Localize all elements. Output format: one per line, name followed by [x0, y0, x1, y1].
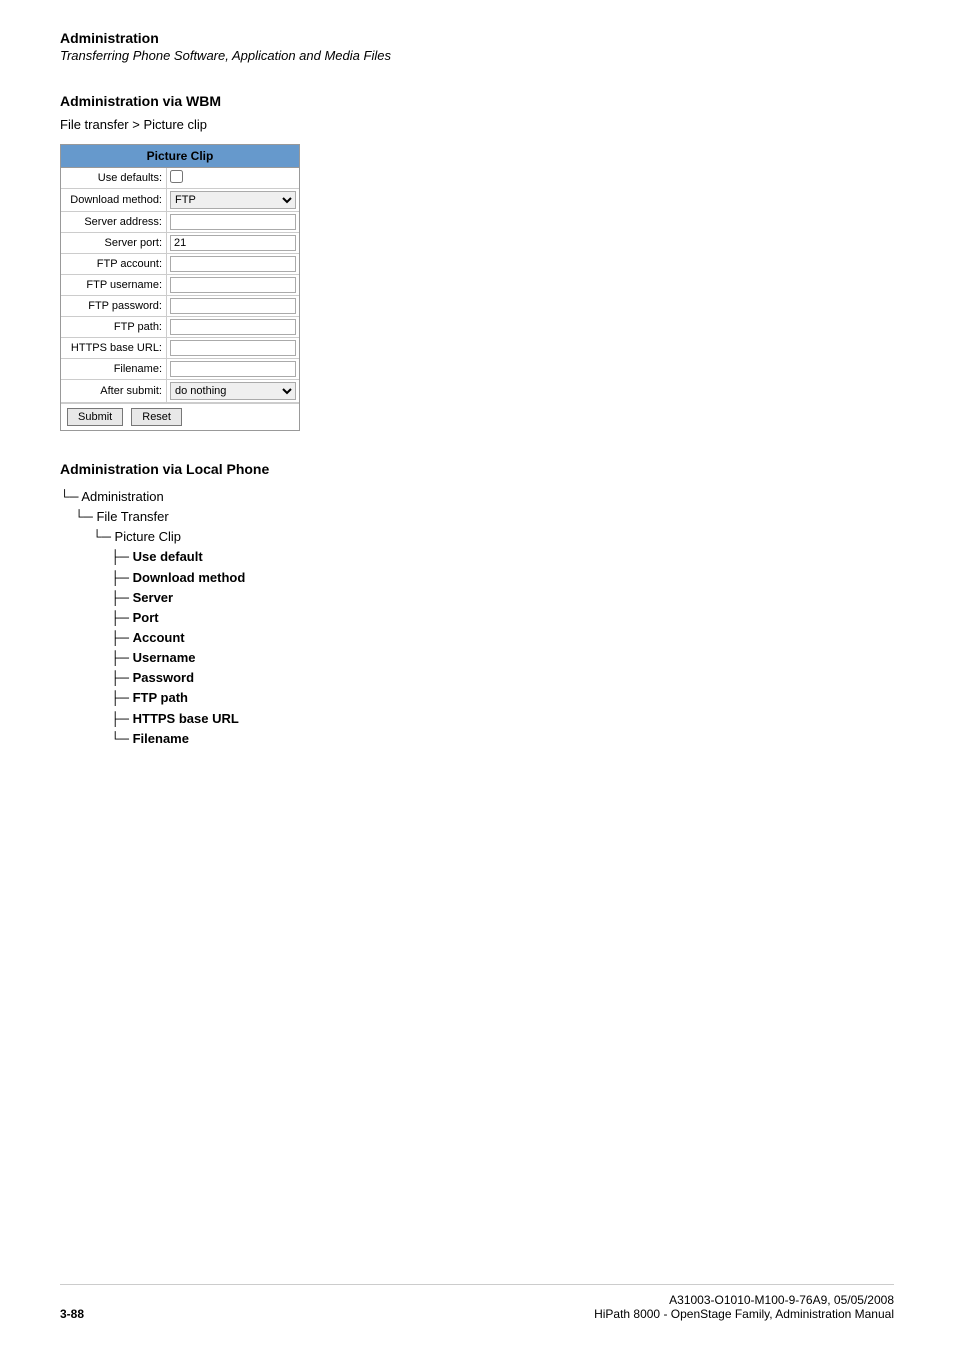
download-method-row: Download method: FTP HTTPS — [61, 189, 299, 212]
server-address-cell — [166, 212, 299, 232]
tree-root-line: └─ Administration — [60, 487, 894, 507]
server-address-label: Server address: — [61, 214, 166, 230]
tree-port-line: ├─ Port — [60, 608, 894, 628]
filename-input[interactable] — [170, 361, 296, 377]
form-buttons: Submit Reset — [61, 403, 299, 430]
ftp-account-label: FTP account: — [61, 256, 166, 272]
ftp-username-cell — [166, 275, 299, 295]
page-subtitle: Transferring Phone Software, Application… — [60, 48, 894, 63]
tree-file-transfer-line: └─ File Transfer — [60, 507, 894, 527]
after-submit-label: After submit: — [61, 383, 166, 399]
https-url-row: HTTPS base URL: — [61, 338, 299, 359]
ftp-path-label: FTP path: — [61, 319, 166, 335]
page-header: Administration Transferring Phone Softwa… — [60, 30, 894, 63]
submit-button[interactable]: Submit — [67, 408, 123, 426]
breadcrumb: File transfer > Picture clip — [60, 117, 894, 132]
tree-download-method-line: ├─ Download method — [60, 568, 894, 588]
tree-section: └─ Administration └─ File Transfer └─ Pi… — [60, 487, 894, 749]
tree-ftp-path-line: ├─ FTP path — [60, 688, 894, 708]
tree-filename-line: └─ Filename — [60, 729, 894, 749]
ftp-path-row: FTP path: — [61, 317, 299, 338]
download-method-label: Download method: — [61, 192, 166, 208]
tree-account-line: ├─ Account — [60, 628, 894, 648]
https-url-label: HTTPS base URL: — [61, 340, 166, 356]
reset-button[interactable]: Reset — [131, 408, 182, 426]
page-footer: 3-88 A31003-O1010-M100-9-76A9, 05/05/200… — [60, 1284, 894, 1321]
after-submit-select[interactable]: do nothing restart — [170, 382, 296, 400]
local-phone-section-title: Administration via Local Phone — [60, 461, 894, 477]
server-port-label: Server port: — [61, 235, 166, 251]
server-port-cell — [166, 233, 299, 253]
footer-doc-title: HiPath 8000 - OpenStage Family, Administ… — [594, 1307, 894, 1321]
tree-use-default-line: ├─ Use default — [60, 547, 894, 567]
use-defaults-checkbox[interactable] — [170, 170, 183, 183]
tree-password-line: ├─ Password — [60, 668, 894, 688]
footer-page-number: 3-88 — [60, 1307, 84, 1321]
server-address-input[interactable] — [170, 214, 296, 230]
wbm-section-title: Administration via WBM — [60, 93, 894, 109]
ftp-account-cell — [166, 254, 299, 274]
https-url-input[interactable] — [170, 340, 296, 356]
tree-username-line: ├─ Username — [60, 648, 894, 668]
filename-label: Filename: — [61, 361, 166, 377]
tree-server-line: ├─ Server — [60, 588, 894, 608]
filename-cell — [166, 359, 299, 379]
ftp-account-input[interactable] — [170, 256, 296, 272]
after-submit-cell: do nothing restart — [166, 380, 299, 402]
server-port-input[interactable] — [170, 235, 296, 251]
ftp-username-label: FTP username: — [61, 277, 166, 293]
local-phone-section: Administration via Local Phone └─ Admini… — [60, 461, 894, 749]
after-submit-row: After submit: do nothing restart — [61, 380, 299, 403]
ftp-account-row: FTP account: — [61, 254, 299, 275]
footer-doc-id: A31003-O1010-M100-9-76A9, 05/05/2008 — [594, 1293, 894, 1307]
form-header: Picture Clip — [61, 145, 299, 168]
wbm-section: Administration via WBM File transfer > P… — [60, 93, 894, 431]
https-url-cell — [166, 338, 299, 358]
use-defaults-label: Use defaults: — [61, 170, 166, 186]
use-defaults-row: Use defaults: — [61, 168, 299, 189]
server-address-row: Server address: — [61, 212, 299, 233]
ftp-password-row: FTP password: — [61, 296, 299, 317]
ftp-path-cell — [166, 317, 299, 337]
tree-picture-clip-line: └─ Picture Clip — [60, 527, 894, 547]
ftp-path-input[interactable] — [170, 319, 296, 335]
download-method-select[interactable]: FTP HTTPS — [170, 191, 296, 209]
use-defaults-cell — [166, 168, 299, 188]
footer-right: A31003-O1010-M100-9-76A9, 05/05/2008 HiP… — [594, 1293, 894, 1321]
picture-clip-form: Picture Clip Use defaults: Download meth… — [60, 144, 300, 431]
download-method-cell: FTP HTTPS — [166, 189, 299, 211]
page-title: Administration — [60, 30, 894, 46]
ftp-password-input[interactable] — [170, 298, 296, 314]
ftp-username-row: FTP username: — [61, 275, 299, 296]
filename-row: Filename: — [61, 359, 299, 380]
server-port-row: Server port: — [61, 233, 299, 254]
tree-https-url-line: ├─ HTTPS base URL — [60, 709, 894, 729]
ftp-password-label: FTP password: — [61, 298, 166, 314]
ftp-password-cell — [166, 296, 299, 316]
ftp-username-input[interactable] — [170, 277, 296, 293]
